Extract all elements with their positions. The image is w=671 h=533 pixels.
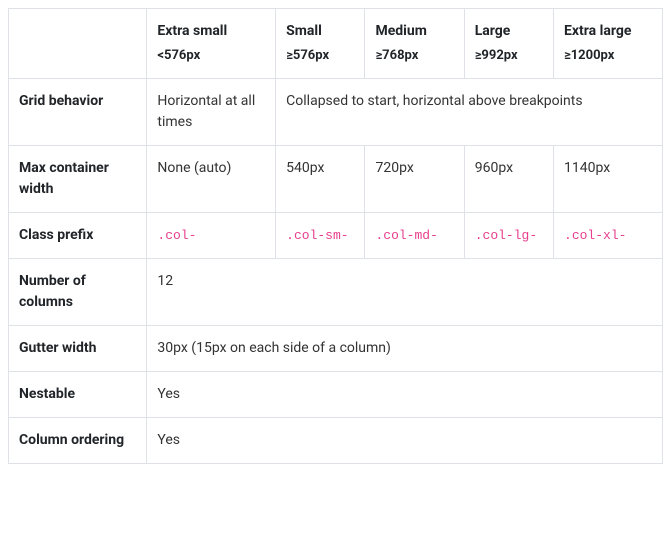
header-sm-sub: ≥576px — [286, 46, 354, 66]
code-prefix-md: .col-md- — [375, 228, 437, 243]
header-blank — [9, 9, 147, 79]
code-prefix-sm: .col-sm- — [286, 228, 348, 243]
cell-class-prefix-lg: .col-lg- — [464, 212, 553, 258]
header-xl: Extra large ≥1200px — [554, 9, 663, 79]
header-lg: Large ≥992px — [464, 9, 553, 79]
row-gutter-width: Gutter width 30px (15px on each side of … — [9, 325, 663, 371]
header-md-title: Medium — [375, 23, 426, 39]
header-row: Extra small <576px Small ≥576px Medium ≥… — [9, 9, 663, 79]
cell-column-ordering: Yes — [147, 417, 663, 463]
header-lg-title: Large — [475, 23, 511, 39]
row-max-width: Max container width None (auto) 540px 72… — [9, 145, 663, 212]
cell-max-width-xl: 1140px — [554, 145, 663, 212]
row-grid-behavior: Grid behavior Horizontal at all times Co… — [9, 78, 663, 145]
header-xs-title: Extra small — [157, 23, 227, 39]
cell-grid-behavior-xs: Horizontal at all times — [147, 78, 276, 145]
code-prefix-lg: .col-lg- — [475, 228, 537, 243]
cell-max-width-lg: 960px — [464, 145, 553, 212]
cell-gutter-width: 30px (15px on each side of a column) — [147, 325, 663, 371]
code-prefix-xl: .col-xl- — [564, 228, 626, 243]
cell-class-prefix-xl: .col-xl- — [554, 212, 663, 258]
cell-class-prefix-sm: .col-sm- — [276, 212, 365, 258]
row-column-ordering: Column ordering Yes — [9, 417, 663, 463]
row-nestable: Nestable Yes — [9, 371, 663, 417]
cell-grid-behavior-rest: Collapsed to start, horizontal above bre… — [276, 78, 663, 145]
header-xs: Extra small <576px — [147, 9, 276, 79]
grid-options-table: Extra small <576px Small ≥576px Medium ≥… — [8, 8, 663, 464]
row-num-columns-label: Number of columns — [9, 258, 147, 325]
row-num-columns: Number of columns 12 — [9, 258, 663, 325]
row-nestable-label: Nestable — [9, 371, 147, 417]
cell-max-width-xs: None (auto) — [147, 145, 276, 212]
row-class-prefix-label: Class prefix — [9, 212, 147, 258]
cell-class-prefix-xs: .col- — [147, 212, 276, 258]
row-gutter-width-label: Gutter width — [9, 325, 147, 371]
row-max-width-label: Max container width — [9, 145, 147, 212]
row-grid-behavior-label: Grid behavior — [9, 78, 147, 145]
header-xl-sub: ≥1200px — [564, 46, 652, 66]
header-sm-title: Small — [286, 23, 322, 39]
cell-nestable: Yes — [147, 371, 663, 417]
cell-max-width-sm: 540px — [276, 145, 365, 212]
header-xs-sub: <576px — [157, 46, 265, 66]
cell-num-columns: 12 — [147, 258, 663, 325]
cell-max-width-md: 720px — [365, 145, 464, 212]
header-xl-title: Extra large — [564, 23, 631, 39]
row-class-prefix: Class prefix .col- .col-sm- .col-md- .co… — [9, 212, 663, 258]
header-lg-sub: ≥992px — [475, 46, 543, 66]
row-column-ordering-label: Column ordering — [9, 417, 147, 463]
header-md-sub: ≥768px — [375, 46, 453, 66]
header-sm: Small ≥576px — [276, 9, 365, 79]
header-md: Medium ≥768px — [365, 9, 464, 79]
cell-class-prefix-md: .col-md- — [365, 212, 464, 258]
code-prefix-xs: .col- — [157, 228, 196, 243]
